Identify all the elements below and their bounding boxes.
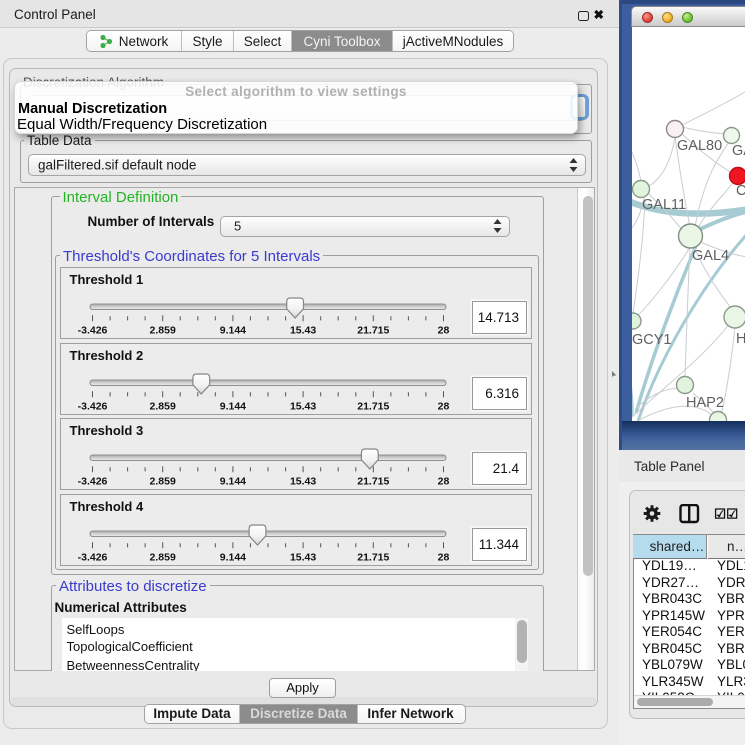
svg-text:21.715: 21.715 — [357, 325, 389, 337]
svg-text:15.43: 15.43 — [290, 552, 316, 564]
svg-text:9.144: 9.144 — [220, 325, 246, 337]
svg-text:9.144: 9.144 — [220, 476, 246, 488]
svg-text:GAL3: GAL3 — [732, 143, 745, 159]
svg-text:-3.426: -3.426 — [78, 401, 108, 413]
svg-text:15.43: 15.43 — [290, 325, 316, 337]
svg-text:☑☑: ☑☑ — [714, 507, 738, 522]
svg-text:21.715: 21.715 — [357, 552, 389, 564]
svg-text:21.715: 21.715 — [357, 401, 389, 413]
svg-text:2.859: 2.859 — [150, 401, 176, 413]
svg-text:9.144: 9.144 — [220, 401, 246, 413]
svg-text:-3.426: -3.426 — [78, 476, 108, 488]
svg-text:-3.426: -3.426 — [78, 325, 108, 337]
svg-text:GCY1: GCY1 — [632, 332, 672, 348]
svg-text:9.144: 9.144 — [220, 552, 246, 564]
svg-text:15.43: 15.43 — [290, 476, 316, 488]
svg-text:GAL11: GAL11 — [642, 197, 686, 213]
svg-text:28: 28 — [438, 552, 450, 564]
svg-text:2.859: 2.859 — [150, 325, 176, 337]
svg-text:GAL80: GAL80 — [677, 138, 722, 154]
svg-text:-3.426: -3.426 — [78, 552, 108, 564]
svg-text:2.859: 2.859 — [150, 476, 176, 488]
svg-text:21.715: 21.715 — [357, 476, 389, 488]
svg-text:HST: HST — [736, 331, 745, 347]
svg-text:GAL4: GAL4 — [692, 248, 729, 264]
svg-text:28: 28 — [438, 476, 450, 488]
svg-text:15.43: 15.43 — [290, 401, 316, 413]
svg-text:CAF4: CAF4 — [736, 183, 745, 199]
svg-text:HAP2: HAP2 — [686, 395, 724, 411]
svg-text:28: 28 — [438, 401, 450, 413]
svg-text:2.859: 2.859 — [150, 552, 176, 564]
svg-text:28: 28 — [438, 325, 450, 337]
